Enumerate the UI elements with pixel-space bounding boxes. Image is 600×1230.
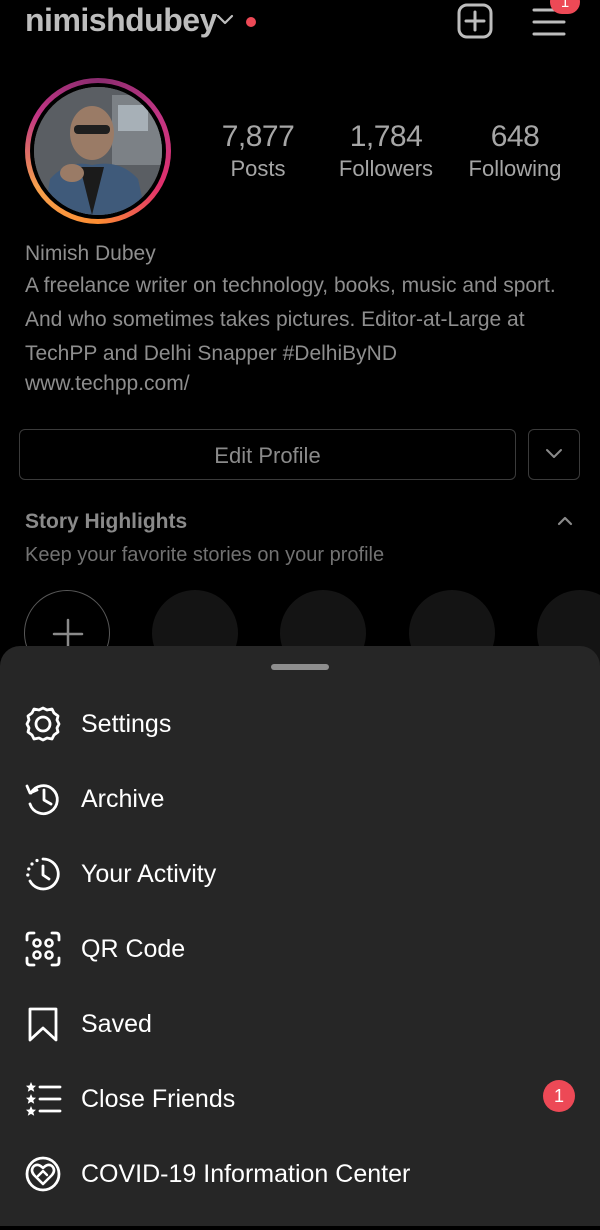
menu-item-qr-code[interactable]: QR Code: [0, 930, 600, 1005]
avatar-photo: [34, 87, 162, 215]
stat-value: 7,877: [221, 120, 295, 153]
stat-following[interactable]: 648 Following: [464, 120, 566, 184]
bio-line: And who sometimes takes pictures. Editor…: [25, 308, 525, 331]
menu-item-label: Your Activity: [81, 860, 217, 888]
chevron-down-icon: [546, 449, 562, 458]
suggested-accounts-toggle[interactable]: [528, 429, 580, 480]
menu-item-label: Close Friends: [81, 1085, 236, 1113]
menu-item-settings[interactable]: Settings: [0, 705, 600, 780]
menu-item-your-activity[interactable]: Your Activity: [0, 855, 600, 930]
profile-bio: Nimish Dubey A freelance writer on techn…: [25, 238, 585, 397]
stat-value: 648: [490, 120, 540, 153]
stat-followers[interactable]: 1,784 Followers: [334, 120, 438, 184]
website-link[interactable]: www.techpp.com/: [25, 371, 585, 397]
menu-item-label: Saved: [81, 1010, 152, 1038]
covid-info-icon: [25, 1156, 61, 1192]
qr-code-icon: [25, 931, 61, 967]
menu-item-label: QR Code: [81, 935, 186, 963]
gear-icon: [25, 706, 61, 742]
story-highlights-title: Story Highlights: [25, 510, 188, 533]
username-switcher[interactable]: nimishdubey: [25, 2, 217, 39]
new-post-icon[interactable]: [457, 3, 493, 39]
options-bottom-sheet: Settings Archive Your Activity QR Code S…: [0, 646, 600, 1226]
story-highlights-subtitle: Keep your favorite stories on your profi…: [25, 544, 385, 566]
menu-item-label: COVID-19 Information Center: [81, 1160, 411, 1188]
menu-item-close-friends[interactable]: Close Friends 1: [0, 1080, 600, 1155]
bookmark-icon: [28, 1007, 58, 1042]
menu-item-label: Settings: [81, 710, 172, 738]
chevron-down-icon[interactable]: [216, 14, 234, 26]
stat-label: Following: [468, 156, 562, 181]
chevron-up-icon[interactable]: [557, 516, 573, 526]
stat-label: Followers: [338, 156, 434, 181]
stat-value: 1,784: [349, 120, 423, 153]
menu-item-saved[interactable]: Saved: [0, 1005, 600, 1080]
edit-profile-button[interactable]: Edit Profile: [19, 429, 516, 480]
sheet-drag-handle[interactable]: [271, 664, 329, 670]
menu-notification-badge: 1: [550, 0, 580, 14]
bio-line: A freelance writer on technology, books,…: [25, 274, 556, 297]
activity-icon: [26, 857, 60, 891]
avatar[interactable]: [30, 83, 166, 219]
top-bar: nimishdubey 1: [0, 0, 600, 48]
menu-item-label: Archive: [81, 785, 165, 813]
profile-name: Nimish Dubey: [25, 242, 156, 265]
menu-item-covid-info[interactable]: COVID-19 Information Center: [0, 1155, 600, 1230]
close-friends-icon: [26, 1082, 62, 1116]
menu-item-archive[interactable]: Archive: [0, 780, 600, 855]
stat-label: Posts: [230, 156, 286, 181]
notification-dot: [246, 17, 256, 27]
stat-posts[interactable]: 7,877 Posts: [212, 120, 304, 184]
archive-icon: [25, 784, 59, 816]
close-friends-badge: 1: [543, 1080, 575, 1112]
bio-line: TechPP and Delhi Snapper #DelhiByND: [25, 342, 397, 365]
